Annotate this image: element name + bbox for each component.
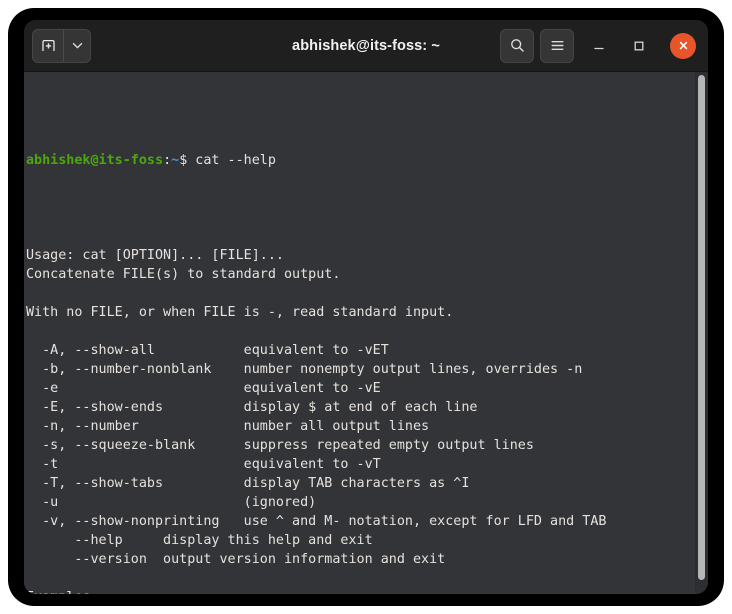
- search-button[interactable]: [500, 29, 534, 63]
- menu-button[interactable]: [540, 29, 574, 63]
- terminal-scrollbar-thumb[interactable]: [698, 75, 705, 580]
- terminal-line: --version output version information and…: [26, 550, 708, 569]
- new-tab-button[interactable]: [33, 30, 63, 62]
- terminal-body[interactable]: abhishek@its-foss:~$ cat --help Usage: c…: [24, 72, 708, 594]
- title-bar-left-controls: [32, 29, 91, 63]
- prompt-path: ~: [171, 153, 179, 168]
- title-bar-right-controls: [500, 29, 700, 63]
- terminal-line: -E, --show-ends display $ at end of each…: [26, 398, 708, 417]
- terminal-line: -A, --show-all equivalent to -vET: [26, 341, 708, 360]
- chevron-down-icon: [71, 39, 84, 52]
- terminal-line: -e equivalent to -vE: [26, 379, 708, 398]
- terminal-output: abhishek@its-foss:~$ cat --help Usage: c…: [24, 72, 708, 594]
- maximize-button[interactable]: [624, 30, 654, 62]
- title-bar: abhishek@its-foss: ~: [24, 20, 708, 72]
- prompt-user-host: abhishek@its-foss: [26, 153, 163, 168]
- terminal-line: -v, --show-nonprinting use ^ and M- nota…: [26, 512, 708, 531]
- prompt-colon: :: [163, 153, 171, 168]
- terminal-help-text: Usage: cat [OPTION]... [FILE]...Concaten…: [26, 246, 708, 594]
- terminal-line: Usage: cat [OPTION]... [FILE]...: [26, 246, 708, 265]
- close-icon: [677, 39, 690, 52]
- terminal-line: [26, 284, 708, 303]
- minimize-button[interactable]: [584, 30, 614, 62]
- terminal-line: -n, --number number all output lines: [26, 417, 708, 436]
- terminal-line: With no FILE, or when FILE is -, read st…: [26, 303, 708, 322]
- prompt-command: cat --help: [187, 153, 276, 168]
- close-button[interactable]: [670, 33, 696, 59]
- terminal-window: abhishek@its-foss: ~: [24, 20, 708, 594]
- minimize-icon: [592, 39, 606, 53]
- search-icon: [509, 37, 526, 54]
- terminal-line: -t equivalent to -vT: [26, 455, 708, 474]
- terminal-line: [26, 569, 708, 588]
- terminal-line: --help display this help and exit: [26, 531, 708, 550]
- terminal-scrollbar[interactable]: [695, 72, 708, 594]
- new-tab-icon: [40, 37, 57, 54]
- screen: abhishek@its-foss: ~: [0, 0, 732, 614]
- terminal-line: -T, --show-tabs display TAB characters a…: [26, 474, 708, 493]
- maximize-icon: [632, 39, 646, 53]
- terminal-line: -s, --squeeze-blank suppress repeated em…: [26, 436, 708, 455]
- hamburger-menu-icon: [549, 37, 566, 54]
- terminal-prompt-line-top: abhishek@its-foss:~$ cat --help: [26, 151, 708, 170]
- tab-options-button[interactable]: [63, 30, 90, 62]
- terminal-line: Concatenate FILE(s) to standard output.: [26, 265, 708, 284]
- terminal-line: Examples:: [26, 588, 708, 594]
- new-tab-split-button[interactable]: [32, 29, 91, 63]
- terminal-line: [26, 322, 708, 341]
- terminal-line: -b, --number-nonblank number nonempty ou…: [26, 360, 708, 379]
- terminal-line: -u (ignored): [26, 493, 708, 512]
